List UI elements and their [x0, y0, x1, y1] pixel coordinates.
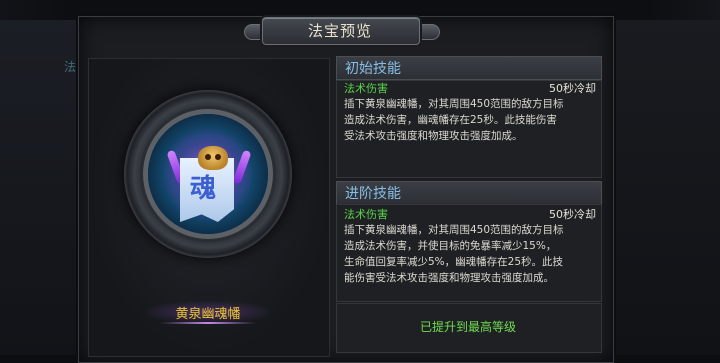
description-line: 生命值回复率减少5%，幽魂幡存在25秒。此技	[344, 256, 564, 268]
description-line: 插下黄泉幽魂幡，对其周围450范围的敌方目标	[344, 98, 564, 110]
max-level-status: 已提升到最高等级	[419, 320, 516, 334]
description-line: 插下黄泉幽魂幡，对其周围450范围的敌方目标	[344, 224, 564, 236]
banner-glyph-icon: 魂	[190, 174, 217, 204]
advanced-skill-description: 插下黄泉幽魂幡，对其周围450范围的敌方目标 造成法术伤害，并使目标的免暴率减少…	[344, 222, 598, 286]
initial-skill-description: 插下黄泉幽魂幡，对其周围450范围的敌方目标 造成法术伤害，幽魂幡存在25秒。此…	[344, 96, 598, 144]
description-line: 受法术攻击强度和物理攻击强度加成。	[344, 130, 523, 142]
modal-title: 法宝预览	[307, 22, 372, 40]
background-right-panel	[612, 20, 720, 355]
background-label: 法	[64, 60, 77, 74]
item-name-underline	[160, 322, 256, 324]
skull-eye	[215, 154, 221, 160]
skull-icon	[198, 146, 228, 170]
advanced-skill-cooldown: 50秒冷却	[549, 208, 596, 221]
advanced-skill-type: 法术伤害	[344, 208, 388, 221]
skull-eye	[205, 154, 211, 160]
initial-skill-type: 法术伤害	[344, 82, 388, 95]
item-name: 黄泉幽魂幡	[175, 307, 241, 322]
initial-skill-cooldown: 50秒冷却	[549, 82, 596, 95]
description-line: 造成法术伤害，幽魂幡存在25秒。此技能伤害	[344, 114, 557, 126]
description-line: 造成法术伤害，并使目标的免暴率减少15%，	[344, 240, 557, 252]
initial-skill-title: 初始技能	[345, 61, 401, 77]
advanced-skill-title: 进阶技能	[345, 186, 401, 202]
initial-skill-header: 初始技能	[336, 56, 602, 80]
advanced-skill-header: 进阶技能	[336, 181, 602, 205]
description-line: 能伤害受法术攻击强度和物理攻击强度加成。	[344, 272, 554, 284]
